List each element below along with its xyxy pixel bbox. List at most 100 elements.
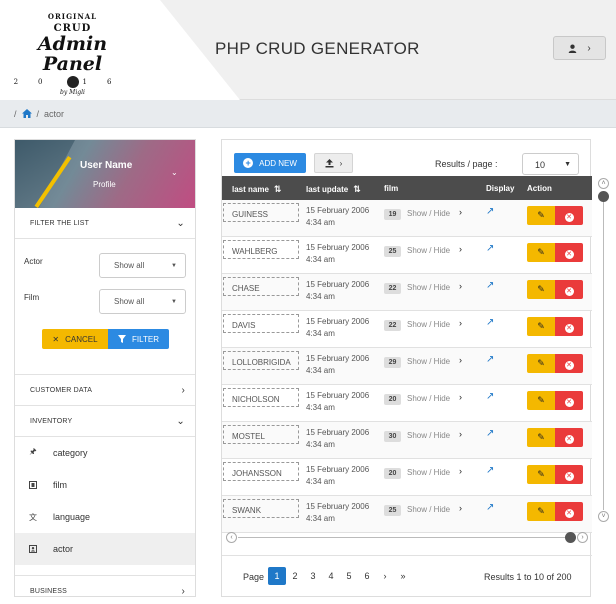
external-link-icon[interactable]: ↗: [486, 354, 494, 365]
page-link[interactable]: 5: [340, 567, 358, 585]
external-link-icon[interactable]: ↗: [486, 428, 494, 439]
funnel-icon: [118, 335, 127, 343]
horizontal-scrollbar[interactable]: ‹ ›: [226, 532, 588, 544]
delete-button[interactable]: ✕: [555, 206, 583, 225]
sidebar-item-actor[interactable]: actor: [15, 533, 195, 565]
scroll-up-icon[interactable]: ˄: [598, 178, 609, 189]
scroll-thumb[interactable]: [565, 532, 576, 543]
show-hide-toggle[interactable]: Show / Hide: [407, 209, 450, 218]
filter-film-select[interactable]: Show all ▼: [99, 289, 186, 314]
show-hide-toggle[interactable]: Show / Hide: [407, 320, 450, 329]
show-hide-toggle[interactable]: Show / Hide: [407, 246, 450, 255]
user-menu-button[interactable]: ›: [553, 36, 606, 60]
edit-button[interactable]: ✎: [527, 428, 555, 447]
scroll-thumb[interactable]: [598, 191, 609, 202]
chevron-right-icon[interactable]: ›: [459, 281, 462, 291]
page-link[interactable]: 4: [322, 567, 340, 585]
delete-button[interactable]: ✕: [555, 354, 583, 373]
user-profile[interactable]: User Name Profile ⌄: [15, 140, 195, 208]
external-link-icon[interactable]: ↗: [486, 391, 494, 402]
last-name-cell[interactable]: CHASE: [223, 277, 299, 296]
column-last-name[interactable]: last name ⇅: [232, 184, 281, 195]
external-link-icon[interactable]: ↗: [486, 280, 494, 291]
sort-icon[interactable]: ⇅: [353, 184, 361, 194]
scroll-down-icon[interactable]: ˅: [598, 511, 609, 522]
filter-list-toggle[interactable]: FILTER THE LIST ⌄: [15, 208, 195, 239]
chevron-right-icon[interactable]: ›: [459, 429, 462, 439]
last-name-cell[interactable]: GUINESS: [223, 203, 299, 222]
delete-button[interactable]: ✕: [555, 428, 583, 447]
last-name-cell[interactable]: WAHLBERG: [223, 240, 299, 259]
chevron-right-icon[interactable]: ›: [459, 392, 462, 402]
show-hide-toggle[interactable]: Show / Hide: [407, 357, 450, 366]
home-icon[interactable]: [21, 109, 32, 118]
edit-button[interactable]: ✎: [527, 502, 555, 521]
external-link-icon[interactable]: ↗: [486, 243, 494, 254]
scroll-right-icon[interactable]: ›: [577, 532, 588, 543]
results-per-page-select[interactable]: 10 ▼: [522, 153, 579, 175]
external-link-icon[interactable]: ↗: [486, 465, 494, 476]
inventory-menu[interactable]: INVENTORY ⌄: [15, 406, 195, 437]
sidebar-item-film[interactable]: film: [15, 469, 195, 501]
last-name-cell[interactable]: MOSTEL: [223, 425, 299, 444]
show-hide-toggle[interactable]: Show / Hide: [407, 394, 450, 403]
external-link-icon[interactable]: ↗: [486, 317, 494, 328]
page-link[interactable]: 3: [304, 567, 322, 585]
logo-seal-icon: [66, 76, 79, 88]
external-link-icon[interactable]: ↗: [486, 206, 494, 217]
film-count-badge: 29: [384, 357, 401, 368]
last-name-cell[interactable]: SWANK: [223, 499, 299, 518]
table-row: JOHANSSON 15 February 2006 4:34 am 20 Show /…: [222, 459, 592, 496]
page-link[interactable]: 2: [286, 567, 304, 585]
chevron-right-icon[interactable]: ›: [459, 207, 462, 217]
edit-button[interactable]: ✎: [527, 206, 555, 225]
delete-button[interactable]: ✕: [555, 465, 583, 484]
sidebar-item-category[interactable]: 🖈 category: [15, 437, 195, 469]
add-new-button[interactable]: + ADD NEW: [234, 153, 306, 173]
business-menu[interactable]: BUSINESS ›: [15, 576, 195, 604]
chevron-right-icon[interactable]: ›: [459, 503, 462, 513]
delete-button[interactable]: ✕: [555, 280, 583, 299]
show-hide-toggle[interactable]: Show / Hide: [407, 468, 450, 477]
last-name-cell[interactable]: NICHOLSON: [223, 388, 299, 407]
filter-actor-select[interactable]: Show all ▼: [99, 253, 186, 278]
next-page-icon[interactable]: ›: [376, 567, 394, 585]
last-page-icon[interactable]: »: [394, 567, 412, 585]
show-hide-toggle[interactable]: Show / Hide: [407, 283, 450, 292]
customer-data-menu[interactable]: CUSTOMER DATA ›: [15, 375, 195, 406]
show-hide-toggle[interactable]: Show / Hide: [407, 505, 450, 514]
page-link[interactable]: 6: [358, 567, 376, 585]
edit-button[interactable]: ✎: [527, 243, 555, 262]
edit-button[interactable]: ✎: [527, 465, 555, 484]
last-name-cell[interactable]: DAVIS: [223, 314, 299, 333]
delete-button[interactable]: ✕: [555, 502, 583, 521]
app-logo[interactable]: ORIGINAL CRUD Admin Panel 20 16 by Migli: [10, 10, 135, 96]
sidebar-item-language[interactable]: 文 language: [15, 501, 195, 533]
export-button[interactable]: ›: [314, 153, 353, 173]
column-last-update[interactable]: last update ⇅: [306, 184, 361, 195]
edit-button[interactable]: ✎: [527, 391, 555, 410]
last-name-cell[interactable]: JOHANSSON: [223, 462, 299, 481]
sidebar: User Name Profile ⌄ FILTER THE LIST ⌄ Ac…: [14, 139, 196, 597]
chevron-down-icon: ⌄: [171, 168, 178, 177]
edit-button[interactable]: ✎: [527, 354, 555, 373]
page-link[interactable]: 1: [268, 567, 286, 585]
chevron-right-icon[interactable]: ›: [459, 318, 462, 328]
chevron-right-icon[interactable]: ›: [459, 355, 462, 365]
cancel-filter-button[interactable]: ✕ CANCEL: [42, 329, 108, 349]
delete-button[interactable]: ✕: [555, 243, 583, 262]
edit-button[interactable]: ✎: [527, 317, 555, 336]
chevron-right-icon[interactable]: ›: [459, 466, 462, 476]
chevron-right-icon[interactable]: ›: [459, 244, 462, 254]
logo-original: ORIGINAL: [47, 12, 98, 21]
edit-button[interactable]: ✎: [527, 280, 555, 299]
delete-button[interactable]: ✕: [555, 391, 583, 410]
sort-icon[interactable]: ⇅: [274, 184, 282, 194]
delete-button[interactable]: ✕: [555, 317, 583, 336]
scroll-left-icon[interactable]: ‹: [226, 532, 237, 543]
external-link-icon[interactable]: ↗: [486, 502, 494, 513]
apply-filter-button[interactable]: FILTER: [108, 329, 169, 349]
vertical-scrollbar[interactable]: ˄ ˅: [598, 178, 610, 523]
show-hide-toggle[interactable]: Show / Hide: [407, 431, 450, 440]
last-name-cell[interactable]: LOLLOBRIGIDA: [223, 351, 299, 370]
